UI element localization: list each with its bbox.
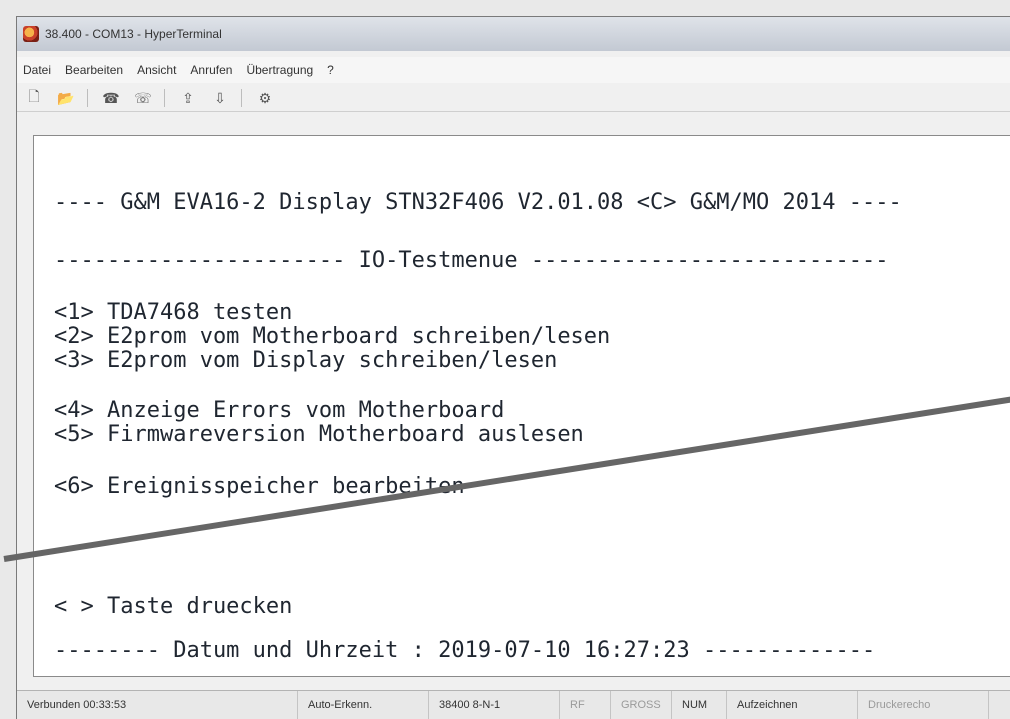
option-1: <1> TDA7468 testen [54,300,293,325]
menu-bearbeiten[interactable]: Bearbeiten [65,63,123,77]
option-4: <4> Anzeige Errors vom Motherboard [54,398,505,423]
title-bar: 38.400 - COM13 - HyperTerminal [17,17,1010,51]
terminal-text: ---- G&M EVA16-2 Display STN32F406 V2.01… [46,146,1010,676]
toolbar-separator [87,89,88,107]
option-5: <5> Firmwareversion Motherboard auslesen [54,422,584,447]
window-title: 38.400 - COM13 - HyperTerminal [45,27,222,41]
toolbar-separator [241,89,242,107]
terminal-area[interactable]: ---- G&M EVA16-2 Display STN32F406 V2.01… [3,135,1010,677]
terminal-header: ---- G&M EVA16-2 Display STN32F406 V2.01… [54,190,902,215]
option-2: <2> E2prom vom Motherboard schreiben/les… [54,324,611,349]
menu-uebertragung[interactable]: Übertragung [246,63,313,77]
open-folder-icon[interactable]: 📂 [57,89,75,107]
send-icon[interactable]: ⇪ [179,89,197,107]
status-detect: Auto-Erkenn. [298,691,429,719]
hangup-icon[interactable]: ☏ [134,89,152,107]
status-record: Aufzeichnen [727,691,858,719]
toolbar-separator [164,89,165,107]
status-params: 38400 8-N-1 [429,691,560,719]
status-caps: GROSS [611,691,672,719]
menu-help[interactable]: ? [327,63,334,77]
menu-title: ---------------------- IO-Testmenue ----… [54,248,889,273]
properties-icon[interactable]: ⚙ [256,89,274,107]
status-rf: RF [560,691,611,719]
option-3: <3> E2prom vom Display schreiben/lesen [54,348,558,373]
menu-datei[interactable]: Datei [23,63,51,77]
prompt: < > Taste druecken [54,594,293,619]
menu-bar: Datei Bearbeiten Ansicht Anrufen Übertra… [17,57,1010,83]
status-print: Druckerecho [858,691,989,719]
receive-icon[interactable]: ⇩ [211,89,229,107]
hyperterminal-window: 38.400 - COM13 - HyperTerminal Datei Bea… [3,16,1010,719]
menu-ansicht[interactable]: Ansicht [137,63,176,77]
status-connected: Verbunden 00:33:53 [17,691,298,719]
status-num: NUM [672,691,727,719]
status-bar: Verbunden 00:33:53 Auto-Erkenn. 38400 8-… [17,690,1010,719]
toolbar: 🗋 📂 ☎ ☏ ⇪ ⇩ ⚙ [17,85,1010,112]
new-document-icon[interactable]: 🗋 [25,88,43,107]
app-icon [23,26,39,42]
menu-anrufen[interactable]: Anrufen [190,63,232,77]
date-time-line: -------- Datum und Uhrzeit : 2019-07-10 … [54,638,876,663]
dial-icon[interactable]: ☎ [102,89,120,107]
